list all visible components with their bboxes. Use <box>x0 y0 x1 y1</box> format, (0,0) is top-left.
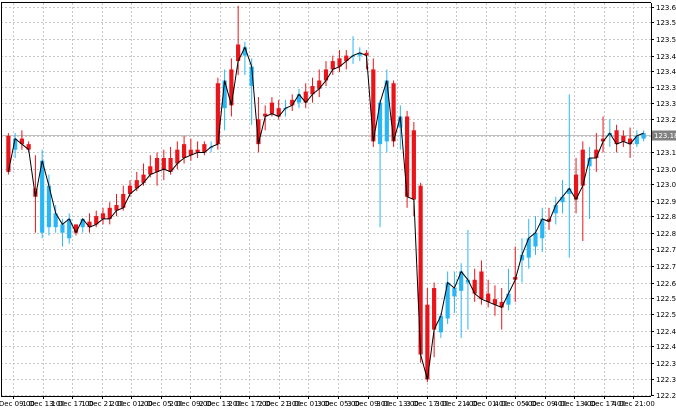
y-tick-label: 122.300 <box>656 376 676 384</box>
candle-body-bearish <box>269 102 275 114</box>
y-tick-label: 123.355 <box>656 84 676 92</box>
y-tick-label: 123.645 <box>656 4 676 12</box>
y-tick-label: 122.535 <box>656 311 676 319</box>
y-tick-label: 123.300 <box>656 100 676 108</box>
candle-body-bearish <box>621 135 626 142</box>
y-tick-label: 122.595 <box>656 295 676 303</box>
y-tick-label: 122.650 <box>656 280 676 288</box>
y-tick-label: 122.420 <box>656 343 676 351</box>
candle-body-bullish <box>452 288 457 297</box>
candle-body-bearish <box>175 149 180 164</box>
candle-body-bearish <box>479 271 484 300</box>
candle-body-bullish <box>560 196 565 203</box>
candle-body-bearish <box>486 293 491 302</box>
y-tick-label: 122.475 <box>656 328 676 336</box>
y-tick-label: 123.415 <box>656 68 676 76</box>
candle-body-bullish <box>533 232 538 247</box>
y-tick-label: 122.710 <box>656 263 676 271</box>
y-tick-label: 123.060 <box>656 166 676 174</box>
y-tick-label: 123.590 <box>656 19 676 27</box>
candle-body-bearish <box>161 157 166 170</box>
candle-body-bearish <box>181 144 187 158</box>
y-tick-label: 122.890 <box>656 213 676 221</box>
y-tick-label: 123.530 <box>656 36 676 44</box>
x-tick-label: 4 Dec 21:00 <box>612 400 655 408</box>
candle-body-bearish <box>100 213 106 219</box>
candle-body-bearish <box>148 166 153 175</box>
y-tick-label: 122.830 <box>656 230 676 238</box>
y-tick-label: 122.245 <box>656 392 676 400</box>
candle-body-bullish <box>60 224 65 233</box>
y-tick-label: 123.240 <box>656 116 676 124</box>
y-tick-label: 122.360 <box>656 360 676 368</box>
candle-body-bearish <box>432 288 437 330</box>
candlestick-chart[interactable]: 123.645 123.590 123.530 123.470 123.415 123.3… <box>0 0 676 412</box>
y-tick-label: 122.945 <box>656 198 676 206</box>
candle-body-bearish <box>330 61 335 70</box>
y-tick-label: 122.770 <box>656 246 676 254</box>
y-tick-label: 123.120 <box>656 149 676 157</box>
chart-container: 123.645 123.590 123.530 123.470 123.415 123.3… <box>0 0 676 412</box>
y-tick-label: 123.005 <box>656 181 676 189</box>
y-tick-label: 123.470 <box>656 53 676 61</box>
candle-body-bearish <box>391 83 396 142</box>
candle-body-bullish <box>40 160 45 233</box>
candle-body-bearish <box>411 130 416 200</box>
candle-body-bullish <box>506 293 511 305</box>
last-price-label: 123.184 <box>654 132 676 140</box>
candle-body-bearish <box>154 157 160 172</box>
